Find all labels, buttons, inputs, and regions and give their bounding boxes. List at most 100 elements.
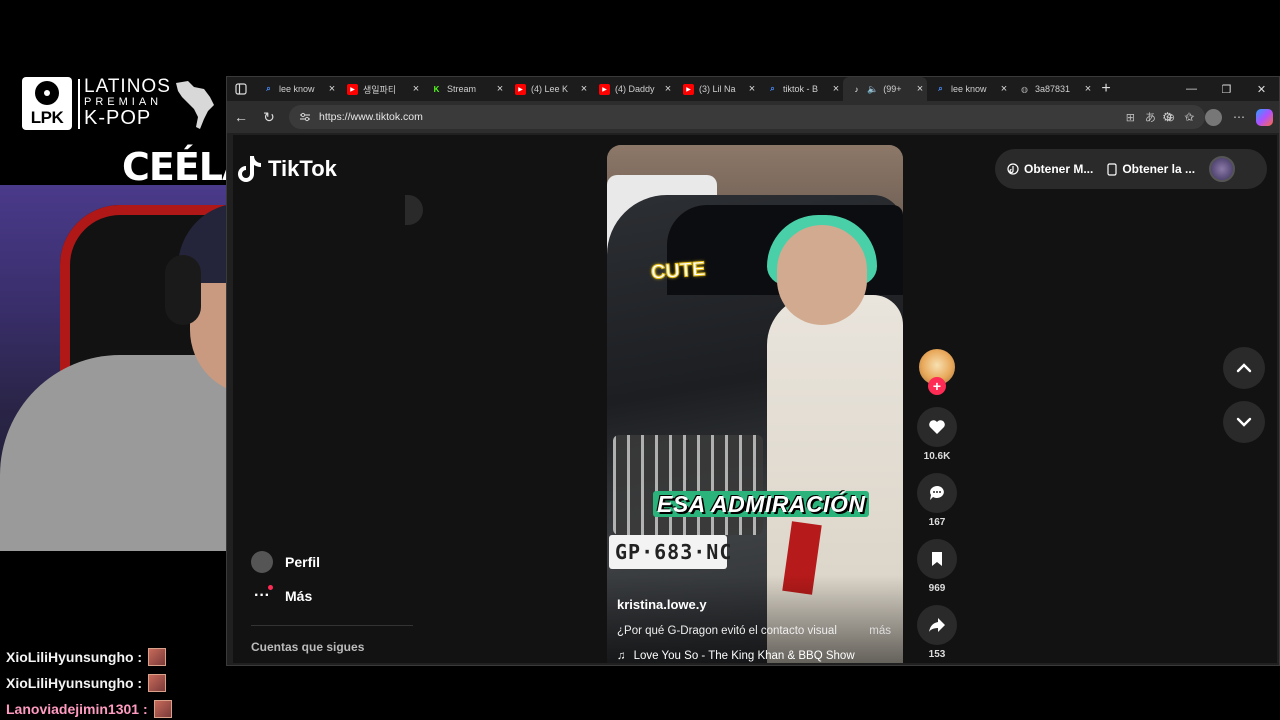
bookmark-icon	[932, 552, 942, 566]
browser-tab[interactable]: ▶ (3) Lil Na ×	[675, 77, 759, 101]
tab-list: ⌕ lee know × ▶ 생일파티 × K Stream × ▶ (4) Lee K × ▶ (4) …	[255, 77, 1095, 101]
browser-tab[interactable]: ▶ (4) Lee K ×	[507, 77, 591, 101]
close-tab-icon[interactable]: ×	[493, 83, 507, 95]
browser-tab[interactable]: K Stream ×	[423, 77, 507, 101]
share-icon	[929, 618, 945, 632]
youtube-icon: ▶	[683, 83, 694, 95]
close-tab-icon[interactable]: ×	[913, 83, 927, 95]
chevron-down-icon	[1236, 417, 1252, 427]
browser-tab[interactable]: ◍ 3a87831 ×	[1011, 77, 1095, 101]
restore-button[interactable]: ❐	[1209, 77, 1244, 101]
address-bar[interactable]: https://www.tiktok.com ⊞ あ ⊕ ☆	[289, 105, 1205, 129]
video-player[interactable]: GP·683·NC CUTE ESA ADMIRACIÓN kristina.l…	[607, 145, 903, 663]
follow-plus-icon[interactable]: +	[928, 377, 946, 395]
back-button[interactable]: ←	[227, 101, 255, 133]
more-menu-icon[interactable]: ⋯	[1233, 110, 1245, 124]
user-avatar[interactable]	[1209, 156, 1236, 182]
video-music[interactable]: ♫ Love You So - The King Khan & BBQ Show	[617, 650, 855, 662]
stream-frame: LPK LATINOS PREMIAN K-POP CEÉLA ⌕ lee kn…	[0, 0, 1280, 720]
logo-line-3: K-POP	[84, 107, 152, 129]
translate-icon[interactable]: あ	[1145, 109, 1156, 125]
chevron-up-icon	[1236, 363, 1252, 373]
browser-tab[interactable]: ♪ 🔈 (99+ ×	[843, 77, 927, 101]
chat-username[interactable]: XioLiliHyunsungho :	[6, 649, 142, 665]
tiktok-coin-icon	[1007, 163, 1019, 175]
profile-avatar[interactable]	[1205, 108, 1222, 126]
music-note-icon: ♫	[617, 650, 626, 662]
refresh-button[interactable]: ↻	[255, 101, 283, 133]
close-tab-icon[interactable]: ×	[661, 83, 675, 95]
tab-title: lee know	[951, 84, 987, 94]
minimize-button[interactable]: —	[1174, 77, 1209, 101]
comment-button[interactable]	[917, 473, 957, 513]
profile-avatar-icon	[251, 551, 273, 573]
lpk-logo: LPK LATINOS PREMIAN K-POP	[22, 77, 218, 133]
search-box-edge[interactable]	[405, 195, 423, 225]
close-tab-icon[interactable]: ×	[745, 83, 759, 95]
speaker-icon[interactable]: 🔈	[867, 84, 878, 95]
get-desktop-button[interactable]: Obtener la ...	[1107, 162, 1195, 176]
sidebar-item-profile[interactable]: Perfil	[251, 551, 320, 573]
chat-username[interactable]: XioLiliHyunsungho :	[6, 675, 142, 691]
extensions-icon[interactable]: ⚙	[1162, 110, 1173, 124]
lpk-badge: LPK	[22, 77, 72, 130]
youtube-icon: ▶	[599, 83, 610, 95]
close-tab-icon[interactable]: ×	[1081, 83, 1095, 95]
close-window-button[interactable]: ✕	[1244, 77, 1279, 101]
search-icon: ⌕	[938, 84, 943, 93]
favorites-icon[interactable]: ✩	[1184, 110, 1194, 124]
tiktok-icon: ♪	[854, 84, 859, 94]
tiktok-wordmark: TikTok	[268, 156, 337, 181]
tiktok-logo[interactable]: TikTok	[236, 154, 337, 184]
get-app-button[interactable]: Obtener M...	[1007, 162, 1093, 176]
latin-america-map-icon	[176, 81, 214, 129]
browser-tab[interactable]: ▶ 생일파티 ×	[339, 77, 423, 101]
close-tab-icon[interactable]: ×	[577, 83, 591, 95]
tab-actions-button[interactable]	[227, 77, 255, 101]
logo-divider	[78, 79, 80, 129]
browser-tab[interactable]: ⌕ lee know ×	[255, 77, 339, 101]
tiktok-icon	[238, 156, 261, 182]
sidebar-item-label: Más	[285, 588, 313, 604]
kick-icon: K	[433, 84, 440, 94]
window-controls: — ❐ ✕	[1174, 77, 1279, 101]
video-author[interactable]: kristina.lowe.y	[617, 597, 707, 612]
tab-title: lee know	[279, 84, 315, 94]
like-count: 10.6K	[923, 451, 951, 462]
comment-icon	[930, 486, 944, 500]
chat-emote-icon	[148, 648, 167, 666]
browser-tab[interactable]: ⌕ lee know ×	[927, 77, 1011, 101]
close-tab-icon[interactable]: ×	[997, 83, 1011, 95]
globe-icon: ◍	[1021, 84, 1028, 94]
get-app-label: Obtener M...	[1024, 162, 1094, 176]
browser-tab[interactable]: ⌕ tiktok - B ×	[759, 77, 843, 101]
like-button[interactable]	[917, 407, 957, 447]
video-car-grille	[613, 435, 763, 535]
share-button[interactable]	[917, 605, 957, 645]
next-video-button[interactable]	[1223, 401, 1265, 443]
app-available-icon[interactable]: ⊞	[1126, 111, 1135, 124]
previous-video-button[interactable]	[1223, 347, 1265, 389]
video-person-head	[777, 225, 867, 325]
copilot-icon[interactable]	[1256, 108, 1273, 126]
browser-toolbar: ← ↻ https://www.tiktok.com ⊞ あ ⊕ ☆ ⚙ ✩ ⋯	[227, 101, 1279, 133]
chat-emote-icon	[148, 674, 167, 692]
chat-username[interactable]: Lanoviadejimin1301 :	[6, 701, 148, 717]
header-actions: Obtener M... Obtener la ...	[995, 149, 1267, 189]
browser-tab[interactable]: ▶ (4) Daddy ×	[591, 77, 675, 101]
chat-message: XioLiliHyunsungho :	[6, 670, 172, 696]
save-button[interactable]	[917, 539, 957, 579]
site-info-icon[interactable]	[299, 112, 311, 122]
video-description: ¿Por qué G-Dragon evitó el contacto visu…	[617, 625, 897, 637]
get-desktop-label: Obtener la ...	[1122, 162, 1196, 176]
new-tab-button[interactable]: +	[1095, 77, 1117, 101]
sidebar-item-more[interactable]: ··· Más	[251, 585, 313, 605]
tab-title: 생일파티	[363, 84, 397, 95]
youtube-icon: ▶	[347, 83, 358, 95]
description-more-link[interactable]: más	[869, 625, 891, 637]
search-icon: ⌕	[266, 84, 271, 93]
video-caption: ESA ADMIRACIÓN	[647, 489, 875, 520]
close-tab-icon[interactable]: ×	[829, 83, 843, 95]
close-tab-icon[interactable]: ×	[325, 83, 339, 95]
close-tab-icon[interactable]: ×	[409, 83, 423, 95]
